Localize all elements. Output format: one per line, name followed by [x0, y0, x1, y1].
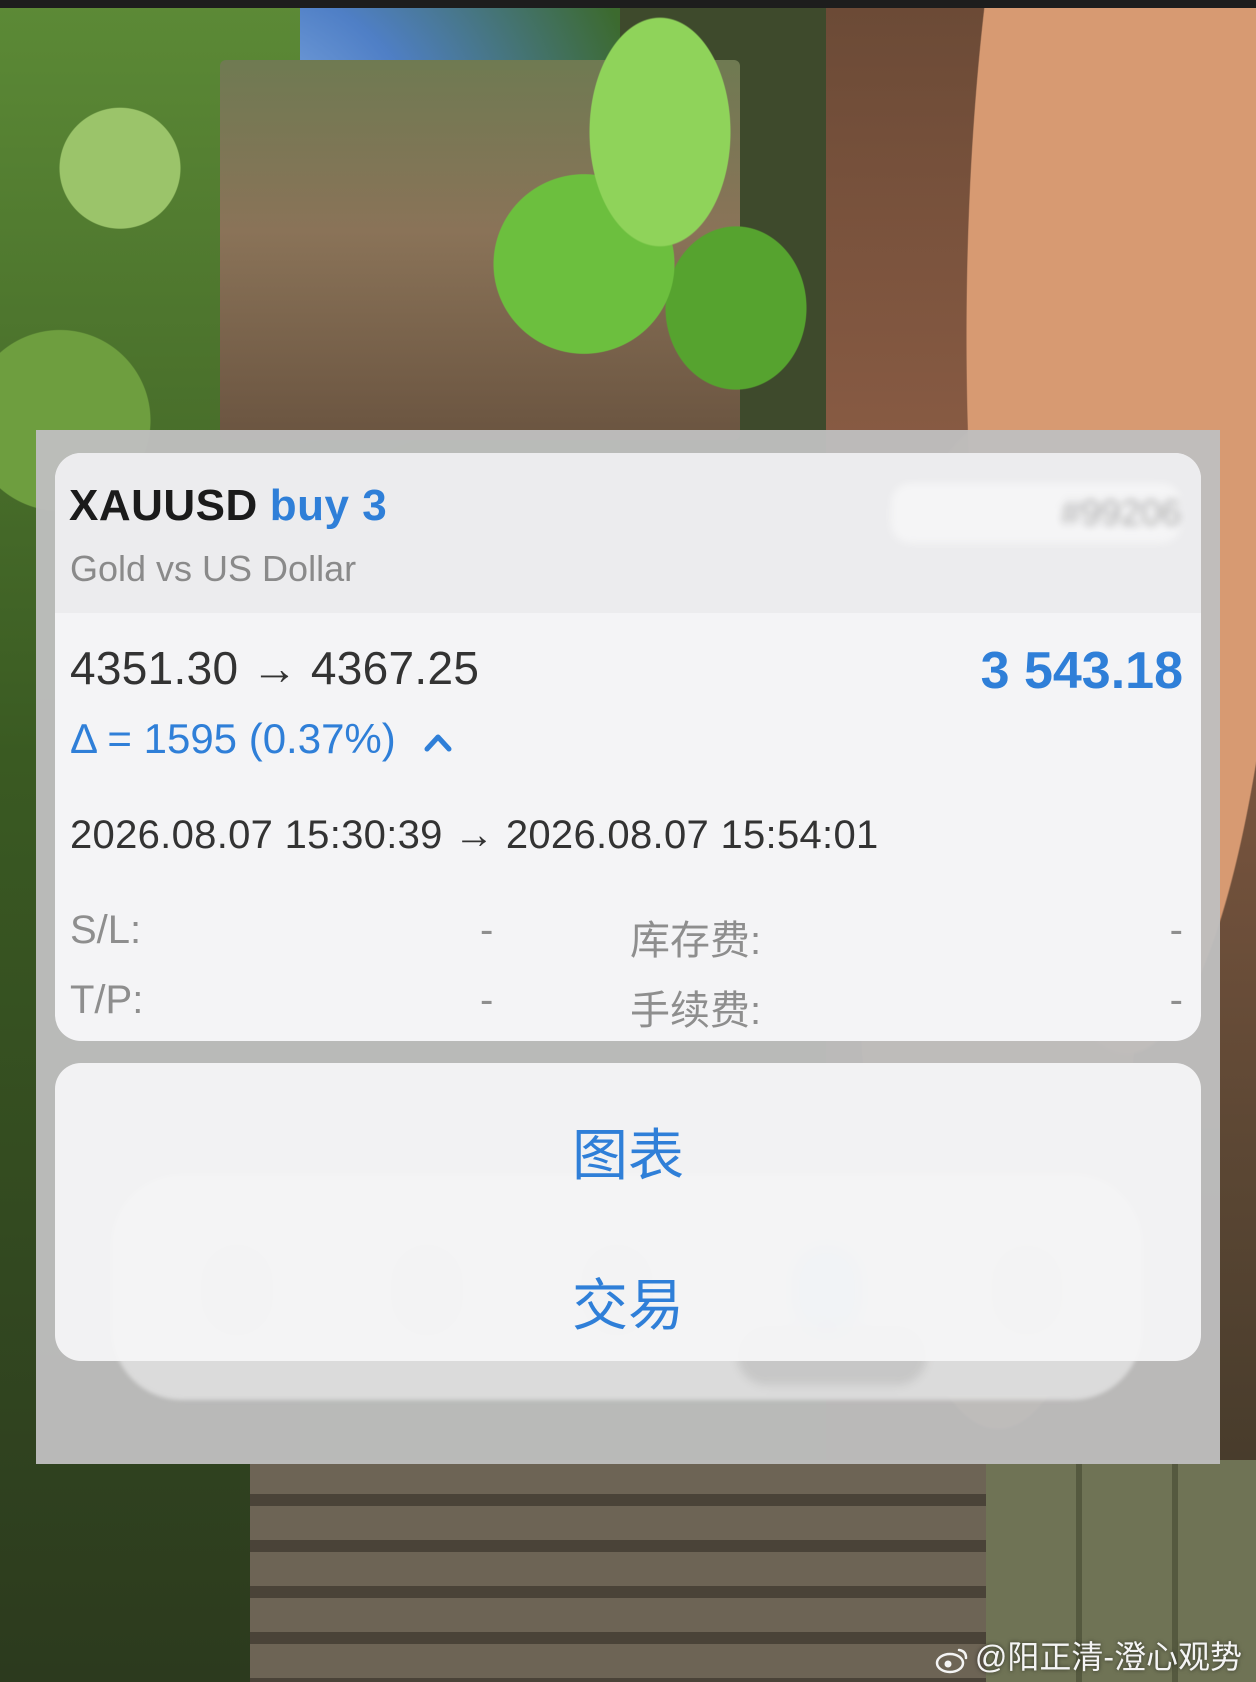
- profit-value: 3 543.18: [980, 642, 1183, 700]
- tp-label: T/P:: [70, 978, 144, 1022]
- tp-value: -: [480, 978, 494, 1022]
- trade-detail-card: XAUUSD buy 3 Gold vs US Dollar #99206 435…: [55, 453, 1201, 1041]
- watermark: @阳正清-澄心观势: [935, 1632, 1242, 1678]
- sl-label: S/L:: [70, 908, 142, 952]
- trade-button[interactable]: 交易: [55, 1261, 1201, 1342]
- trade-side: buy 3: [269, 481, 388, 530]
- open-close-prices: 4351.30 → 4367.25: [70, 642, 480, 694]
- action-sheet: 图表 交易: [55, 1063, 1201, 1361]
- commission-value: -: [1169, 978, 1183, 1022]
- sl-value: -: [480, 908, 494, 952]
- weibo-icon: [935, 1648, 968, 1673]
- watermark-text: @阳正清-澄心观势: [974, 1639, 1242, 1675]
- swap-label: 库存费:: [630, 919, 762, 963]
- open-close-times: 2026.08.07 15:30:39 → 2026.08.07 15:54:0…: [70, 813, 879, 857]
- price-delta-text: Δ = 1595 (0.37%): [70, 715, 396, 762]
- trade-symbol: XAUUSD: [69, 481, 258, 530]
- chevron-up-icon: [424, 734, 452, 752]
- commission-label: 手续费:: [630, 989, 762, 1033]
- order-id-redacted: #99206: [891, 483, 1181, 543]
- wallpaper-bamboo: [470, 0, 850, 440]
- chart-button[interactable]: 图表: [55, 1111, 1201, 1192]
- status-strip: [0, 0, 1256, 8]
- price-delta: Δ = 1595 (0.37%): [70, 715, 453, 763]
- swap-value: -: [1169, 908, 1183, 952]
- symbol-description: Gold vs US Dollar: [70, 548, 357, 589]
- wallpaper-stairs: [250, 1460, 1010, 1682]
- trade-title: XAUUSD buy 3: [69, 481, 387, 531]
